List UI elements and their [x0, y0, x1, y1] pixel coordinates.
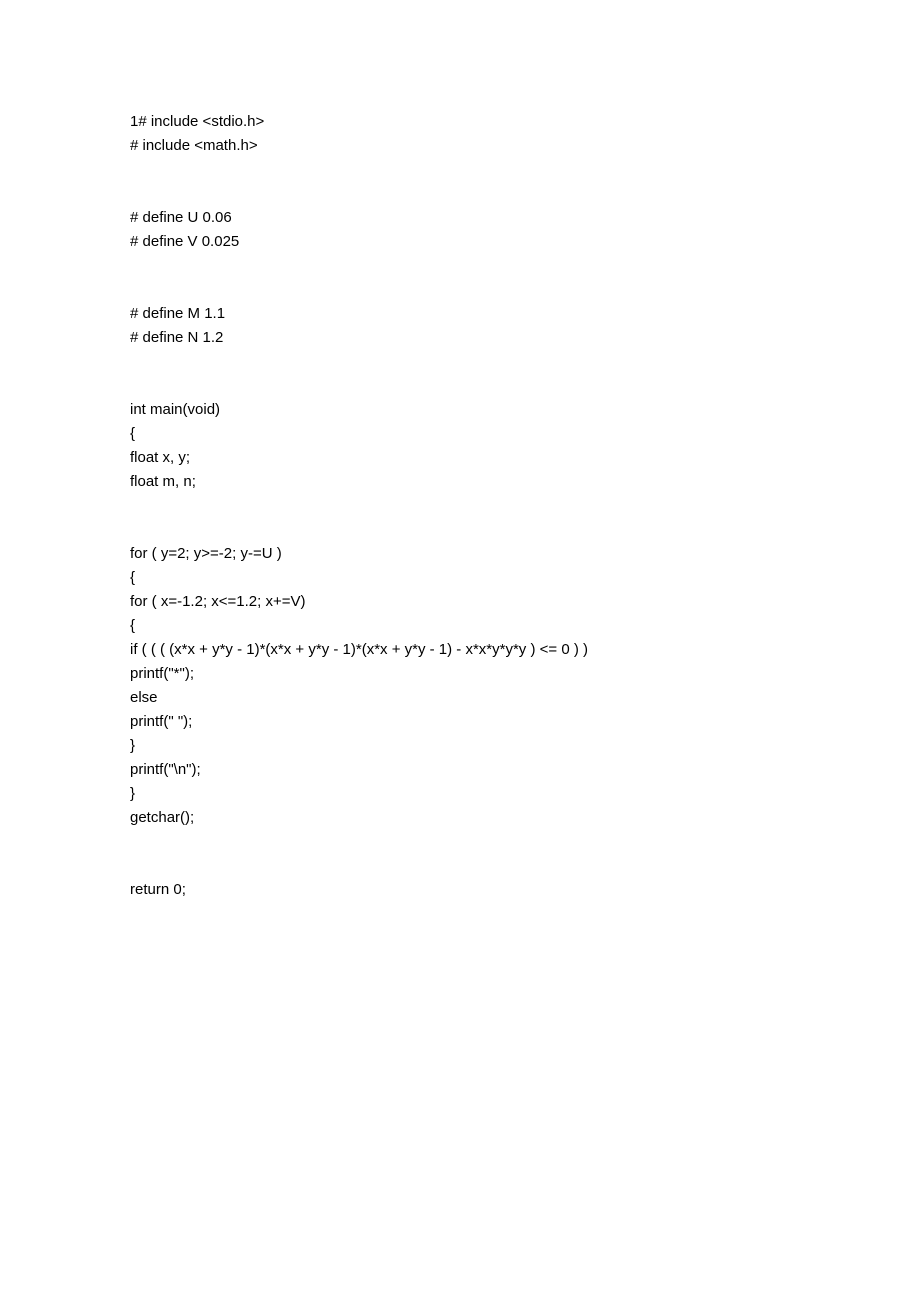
code-line	[130, 374, 790, 398]
code-line	[130, 278, 790, 302]
code-line: int main(void)	[130, 398, 790, 422]
code-line: printf("\n");	[130, 758, 790, 782]
code-line	[130, 854, 790, 878]
code-line: 1# include <stdio.h>	[130, 110, 790, 134]
code-line: {	[130, 422, 790, 446]
code-line: for ( x=-1.2; x<=1.2; x+=V)	[130, 590, 790, 614]
code-line: # define U 0.06	[130, 206, 790, 230]
code-line: }	[130, 734, 790, 758]
code-line	[130, 350, 790, 374]
code-line	[130, 518, 790, 542]
code-line: {	[130, 614, 790, 638]
code-line: {	[130, 566, 790, 590]
code-line: float m, n;	[130, 470, 790, 494]
code-line: # define M 1.1	[130, 302, 790, 326]
code-line	[130, 158, 790, 182]
code-line: for ( y=2; y>=-2; y-=U )	[130, 542, 790, 566]
code-block: 1# include <stdio.h> # include <math.h> …	[130, 110, 790, 902]
code-line: float x, y;	[130, 446, 790, 470]
code-line: # include <math.h>	[130, 134, 790, 158]
code-line: if ( ( ( (x*x + y*y - 1)*(x*x + y*y - 1)…	[130, 638, 790, 662]
code-line: # define N 1.2	[130, 326, 790, 350]
code-line: }	[130, 782, 790, 806]
code-line: getchar();	[130, 806, 790, 830]
code-line: printf(" ");	[130, 710, 790, 734]
code-line: return 0;	[130, 878, 790, 902]
code-line: printf("*");	[130, 662, 790, 686]
code-line: # define V 0.025	[130, 230, 790, 254]
code-line	[130, 494, 790, 518]
code-line	[130, 830, 790, 854]
code-line	[130, 182, 790, 206]
code-line: else	[130, 686, 790, 710]
code-line	[130, 254, 790, 278]
